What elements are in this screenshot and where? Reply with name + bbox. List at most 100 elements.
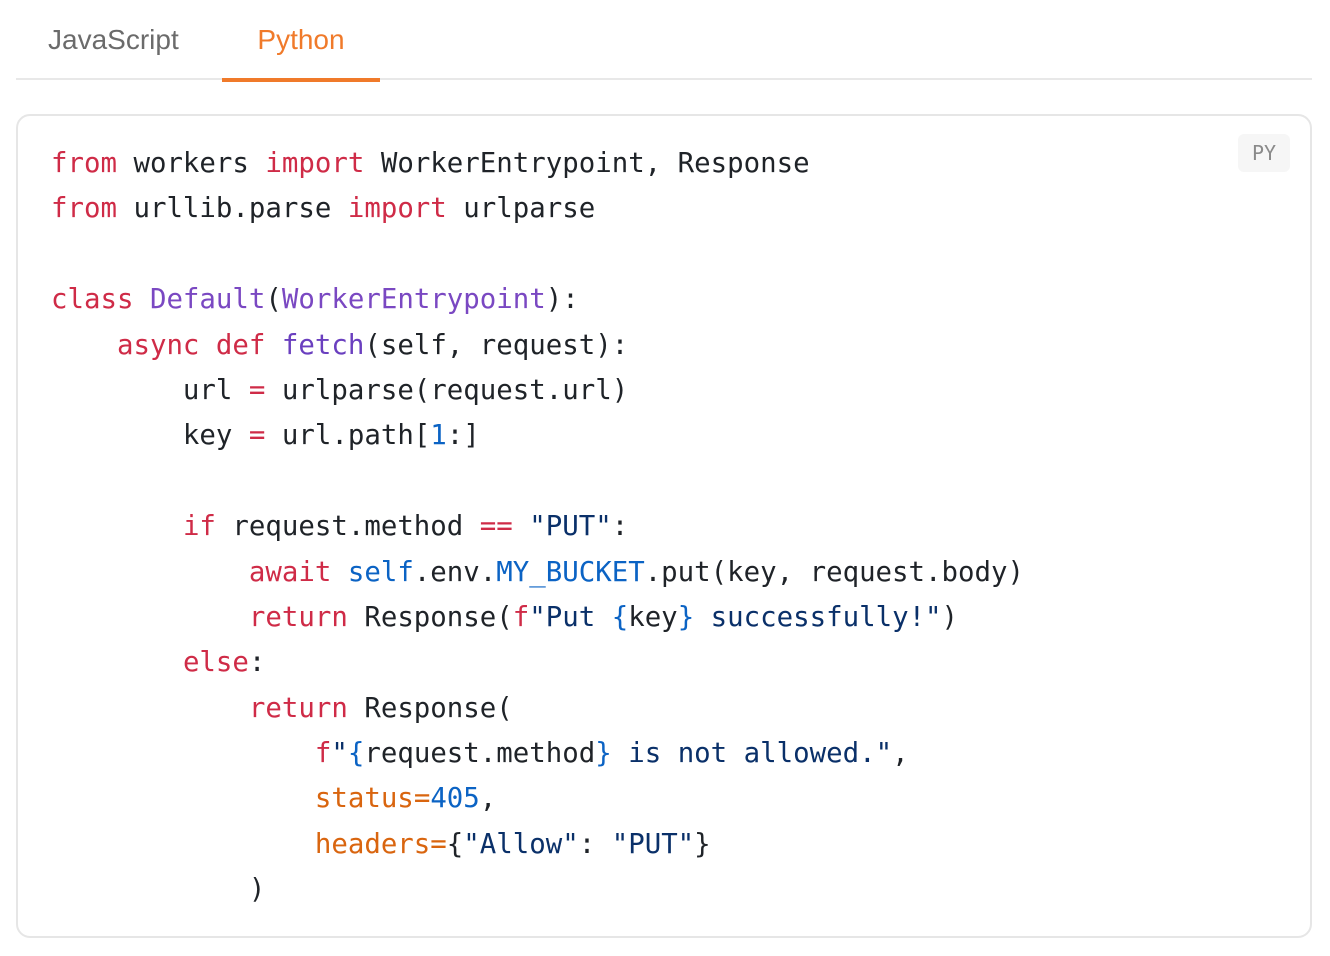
code-token: fetch <box>281 329 365 361</box>
code-token: ): <box>545 284 579 316</box>
code-token: request.method <box>215 511 480 543</box>
code-token: WorkerEntrypoint <box>281 284 546 316</box>
code-token: : <box>578 828 612 860</box>
code-token: = <box>430 828 447 860</box>
code-token: return <box>248 692 348 724</box>
code-block: PY from workers import WorkerEntrypoint,… <box>16 114 1312 938</box>
code-token: ( <box>265 284 282 316</box>
code-token: .put(key, request.body) <box>644 556 1024 588</box>
code-token: MY_BUCKET <box>496 556 645 588</box>
code-token: import <box>265 148 365 179</box>
code-token: " <box>331 738 348 770</box>
code-token: key <box>628 601 678 633</box>
code-line: from urllib.parse import urlparse <box>51 186 1024 231</box>
code-token: : <box>611 511 629 543</box>
code-token: async <box>116 329 200 361</box>
code-token: : <box>248 647 266 679</box>
code-token: = <box>248 374 266 406</box>
code-token: import <box>347 193 447 225</box>
code-token: WorkerEntrypoint, Response <box>364 148 810 179</box>
code-token: ) <box>941 601 959 633</box>
code-token: = <box>413 783 431 815</box>
code-token: request.method <box>364 738 596 770</box>
code-token: "PUT" <box>529 511 612 543</box>
code-token: } <box>677 601 695 633</box>
code-token: Response( <box>347 601 513 633</box>
code-line: from workers import WorkerEntrypoint, Re… <box>51 141 1024 186</box>
code-line: ​ <box>51 459 1024 504</box>
code-token: "Put <box>529 601 612 633</box>
code-token: is not allowed." <box>611 738 893 770</box>
code-token: url <box>51 374 249 406</box>
code-token: class <box>51 284 134 316</box>
code-token: return <box>248 601 348 633</box>
code-token: = <box>248 420 266 452</box>
code-token: f <box>512 601 530 633</box>
code-token: , <box>892 738 909 770</box>
code-token: urlparse <box>446 193 596 225</box>
code-token: workers <box>116 148 266 179</box>
code-line: return Response( <box>51 686 1024 731</box>
code-token: "Allow" <box>463 828 579 860</box>
code-token: await <box>248 556 332 588</box>
tab-python[interactable]: Python <box>222 0 380 82</box>
code-token: from <box>51 193 117 225</box>
code-token: self <box>347 556 414 588</box>
code-content[interactable]: from workers import WorkerEntrypoint, Re… <box>51 141 1024 913</box>
code-token: { <box>446 828 464 860</box>
code-token: , <box>479 783 497 815</box>
code-token: { <box>611 601 629 633</box>
code-token: from <box>51 148 117 179</box>
code-token: else <box>182 647 249 679</box>
code-token: == <box>479 511 513 543</box>
code-line: await self.env.MY_BUCKET.put(key, reques… <box>51 550 1024 595</box>
code-line: if request.method == "PUT": <box>51 504 1024 549</box>
code-token: { <box>347 738 365 770</box>
code-line: status=405, <box>51 776 1024 821</box>
code-line: key = url.path[1:] <box>51 413 1024 458</box>
code-token: successfully!" <box>694 601 942 633</box>
language-badge: PY <box>1238 134 1290 172</box>
code-token: .env. <box>413 556 497 588</box>
code-token: 405 <box>430 783 480 815</box>
code-token: status <box>314 783 414 815</box>
language-tabs: JavaScript Python <box>16 0 1312 82</box>
tab-javascript[interactable]: JavaScript <box>48 0 179 80</box>
code-token: f <box>314 738 332 770</box>
code-token: ) <box>51 874 266 906</box>
code-line: ​ <box>51 232 1024 277</box>
code-token: headers <box>314 828 431 860</box>
code-token: if <box>182 511 216 543</box>
code-token: } <box>694 828 711 860</box>
code-token: def <box>215 329 266 361</box>
code-token: (self, request): <box>364 329 629 361</box>
code-line: url = urlparse(request.url) <box>51 368 1024 413</box>
code-line: ) <box>51 867 1024 912</box>
code-line: f"{request.method} is not allowed.", <box>51 731 1024 776</box>
code-line: class Default(WorkerEntrypoint): <box>51 277 1024 322</box>
code-token: "PUT" <box>611 828 695 860</box>
code-line: async def fetch(self, request): <box>51 323 1024 368</box>
code-line: headers={"Allow": "PUT"} <box>51 822 1024 867</box>
code-token: url.path[ <box>265 420 431 452</box>
code-token: 1 <box>430 420 447 452</box>
code-token: Default <box>149 284 266 316</box>
code-token: } <box>595 738 612 770</box>
code-line: return Response(f"Put {key} successfully… <box>51 595 1024 640</box>
code-token: key <box>51 420 249 452</box>
code-line: else: <box>51 640 1024 685</box>
